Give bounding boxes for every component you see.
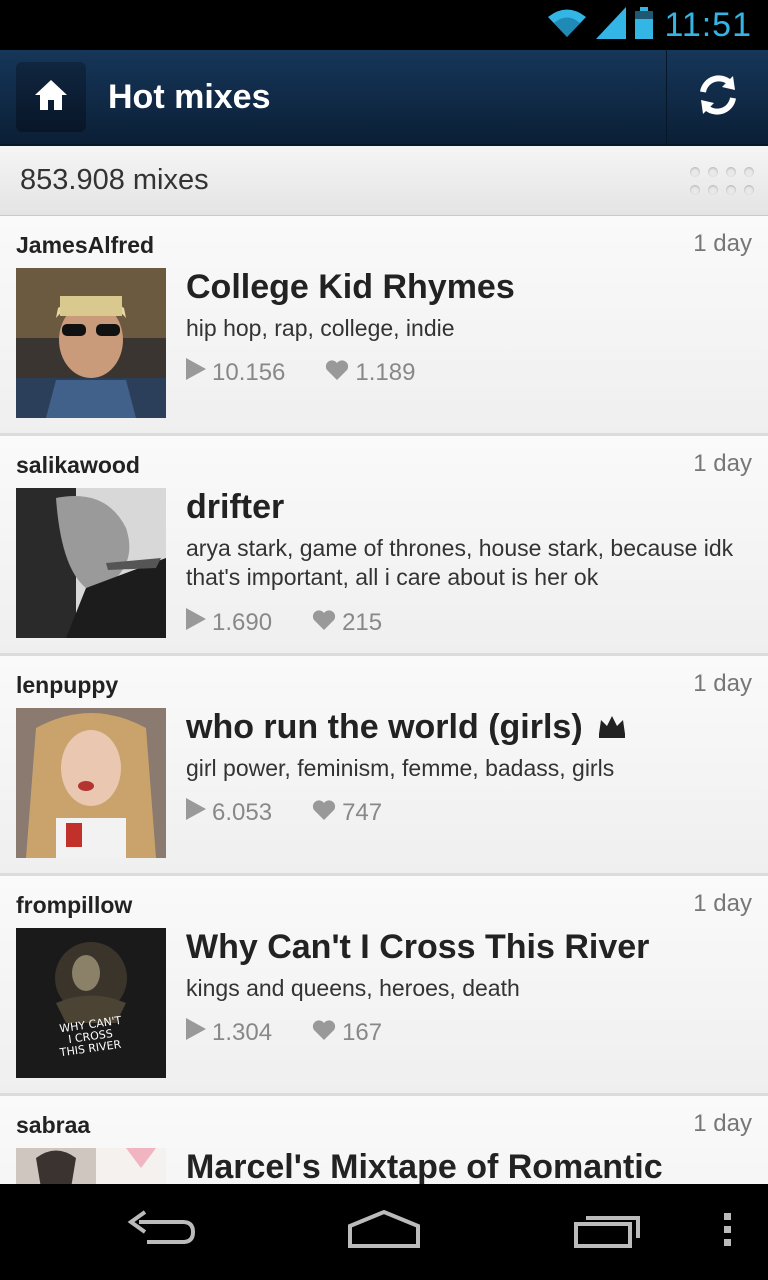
play-icon (186, 608, 206, 637)
mix-username[interactable]: JamesAlfred (16, 232, 154, 259)
likes-count: 215 (342, 608, 383, 636)
plays-count: 1.304 (212, 1018, 273, 1046)
mix-title[interactable]: Why Can't I Cross This River (186, 928, 649, 967)
home-nav-icon (346, 1209, 422, 1255)
navigation-bar (0, 1184, 768, 1280)
plays-count: 1.690 (212, 608, 273, 636)
likes-count: 747 (342, 798, 383, 826)
heart-icon (312, 1019, 336, 1047)
status-bar: 11:51 (0, 0, 768, 50)
mix-age: 1 day (693, 450, 752, 477)
crown-icon (597, 708, 627, 747)
mix-stats: 6.053 747 (186, 798, 422, 827)
mix-tags: hip hop, rap, college, indie (186, 315, 455, 341)
mix-age: 1 day (693, 230, 752, 257)
likes-stat: 167 (312, 1019, 382, 1047)
mix-title-text: College Kid Rhymes (186, 268, 515, 306)
mix-age: 1 day (693, 890, 752, 917)
mix-title-text: Why Can't I Cross This River (186, 928, 650, 966)
clock: 11:51 (664, 5, 752, 44)
heart-icon (312, 799, 336, 827)
back-button[interactable] (120, 1202, 200, 1262)
signal-icon (596, 6, 627, 44)
mix-cover[interactable] (16, 1148, 166, 1184)
mix-count: 853.908 mixes (20, 164, 209, 196)
heart-icon (325, 359, 349, 387)
mix-count-bar: 853.908 mixes (0, 146, 768, 216)
likes-stat: 215 (312, 609, 382, 637)
recent-apps-icon (572, 1210, 644, 1255)
mix-item[interactable]: sabraa 1 day Marcel's Mixtape of Romanti… (0, 1096, 768, 1184)
mix-stats: 1.304 167 (186, 1018, 422, 1047)
mix-title-text: who run the world (girls) (186, 708, 583, 746)
mix-stats: 10.156 1.189 (186, 358, 455, 387)
mix-title[interactable]: College Kid Rhymes (186, 268, 515, 307)
likes-count: 1.189 (355, 358, 416, 386)
mix-age: 1 day (693, 1110, 752, 1137)
menu-overflow-button[interactable] (716, 1202, 740, 1262)
mix-item[interactable]: salikawood 1 day drifter arya stark, gam… (0, 436, 768, 656)
likes-stat: 1.189 (325, 359, 415, 387)
mix-stats: 1.690 215 (186, 608, 422, 637)
mix-title-text: drifter (186, 488, 285, 526)
play-icon (186, 358, 206, 387)
mix-username[interactable]: lenpuppy (16, 672, 118, 699)
wifi-icon (546, 8, 588, 43)
mix-cover[interactable] (16, 708, 166, 858)
mix-username[interactable]: salikawood (16, 452, 140, 479)
play-icon (186, 1018, 206, 1047)
likes-stat: 747 (312, 799, 382, 827)
mix-cover[interactable] (16, 268, 166, 418)
mix-tags: girl power, feminism, femme, badass, gir… (186, 755, 615, 781)
action-bar: Hot mixes (0, 49, 768, 146)
mix-cover[interactable] (16, 488, 166, 638)
recent-apps-button[interactable] (568, 1202, 648, 1262)
home-button[interactable] (16, 62, 86, 132)
plays-stat: 6.053 (186, 798, 272, 827)
mix-item[interactable]: lenpuppy 1 day who run the world (girls)… (0, 656, 768, 876)
mix-username[interactable]: frompillow (16, 892, 132, 919)
likes-count: 167 (342, 1018, 383, 1046)
mix-age: 1 day (693, 670, 752, 697)
plays-count: 6.053 (212, 798, 273, 826)
play-icon (186, 798, 206, 827)
back-icon (125, 1209, 196, 1255)
mix-title[interactable]: who run the world (girls) (186, 708, 627, 747)
refresh-button[interactable] (666, 49, 768, 145)
mix-username[interactable]: sabraa (16, 1112, 90, 1139)
mix-title[interactable]: drifter (186, 488, 284, 527)
page-title: Hot mixes (108, 77, 271, 116)
mix-tags: kings and queens, heroes, death (186, 975, 520, 1001)
plays-stat: 10.156 (186, 358, 285, 387)
mix-item[interactable]: frompillow 1 day WHY CAN'T I CROSS THIS … (0, 876, 768, 1096)
heart-icon (312, 609, 336, 637)
plays-stat: 1.690 (186, 608, 272, 637)
plays-count: 10.156 (212, 358, 286, 386)
home-nav-button[interactable] (344, 1202, 424, 1262)
mix-item[interactable]: JamesAlfred 1 day College Kid Rhymes hip… (0, 216, 768, 436)
mix-cover[interactable]: WHY CAN'T I CROSS THIS RIVER (16, 928, 166, 1078)
menu-overflow-icon (724, 1212, 732, 1252)
mix-tags: arya stark, game of thrones, house stark… (186, 535, 734, 590)
plays-stat: 1.304 (186, 1018, 272, 1047)
battery-icon (634, 6, 654, 44)
refresh-icon (695, 72, 741, 123)
grip-dots-icon[interactable] (690, 166, 754, 195)
mix-title[interactable]: Marcel's Mixtape of Romantic (186, 1148, 663, 1184)
home-icon (33, 78, 69, 117)
mix-list[interactable]: JamesAlfred 1 day College Kid Rhymes hip… (0, 216, 768, 1184)
mix-title-text: Marcel's Mixtape of Romantic (186, 1148, 663, 1184)
